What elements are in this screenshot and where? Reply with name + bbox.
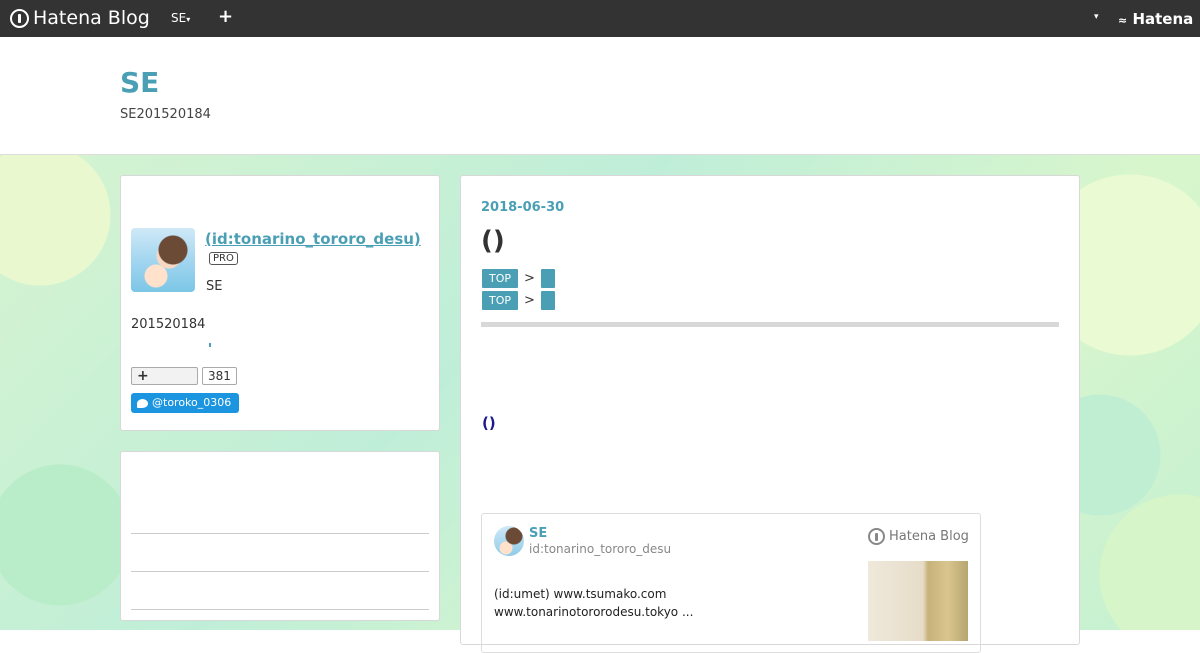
embed-excerpt: (id:umet) www.tsumako.com www.tonarinoto… xyxy=(494,587,694,619)
blog-selector-label: SE xyxy=(171,11,187,25)
sidebar-divider xyxy=(131,571,429,572)
embed-brand: Hatena Blog xyxy=(868,528,969,545)
user-menu-chevron-icon[interactable]: ▾ xyxy=(1094,12,1099,22)
hatena-wave-icon: ≈ xyxy=(1118,14,1128,27)
pro-badge: PRO xyxy=(209,252,238,265)
blog-selector[interactable]: SE▾ xyxy=(171,11,190,25)
sidebar-module xyxy=(120,451,440,621)
breadcrumb-separator: > xyxy=(524,271,535,286)
embed-thumbnail[interactable] xyxy=(868,561,968,641)
breadcrumb-top-link[interactable]: TOP xyxy=(482,269,519,288)
post-title[interactable]: () xyxy=(481,226,505,256)
blog-header: SE SE201520184 xyxy=(0,37,1200,155)
breadcrumb-separator: > xyxy=(524,293,535,308)
blog-description: SE201520184 xyxy=(120,107,211,122)
article-panel: 2018-06-30 () TOP > TOP > () SE id:tonar… xyxy=(460,175,1080,653)
chevron-down-icon: ▾ xyxy=(186,15,191,24)
hatena-label: Hatena xyxy=(1132,10,1194,28)
profile-description: 201520184 xyxy=(131,317,206,332)
hatena-blog-logo[interactable]: Hatena Blog xyxy=(10,7,150,29)
add-post-button[interactable]: + xyxy=(218,6,233,27)
embed-avatar[interactable] xyxy=(494,526,524,556)
hatena-logo-icon xyxy=(10,8,29,28)
embed-author-name[interactable]: SE xyxy=(529,526,547,541)
breadcrumb-category-link[interactable] xyxy=(540,269,555,288)
profile-link-mark[interactable] xyxy=(209,343,211,347)
blog-card-embed[interactable]: SE id:tonarino_tororo_desu Hatena Blog (… xyxy=(481,513,981,653)
breadcrumb-category-link[interactable] xyxy=(540,291,555,310)
post-date[interactable]: 2018-06-30 xyxy=(481,200,564,215)
profile-tagline: SE xyxy=(206,279,223,294)
blog-title[interactable]: SE xyxy=(120,66,159,99)
profile-module: (id:tonarino_tororo_desu) PRO SE 2015201… xyxy=(120,175,440,431)
breadcrumb: TOP > xyxy=(482,291,555,310)
twitter-bird-icon xyxy=(137,398,148,408)
sidebar-divider xyxy=(131,533,429,534)
logo-text: Hatena Blog xyxy=(33,7,150,29)
embed-brand-label: Hatena Blog xyxy=(889,529,969,544)
twitter-handle: @toroko_0306 xyxy=(152,396,232,409)
hatena-menu-button[interactable]: ≈ Hatena xyxy=(1118,10,1193,28)
reader-subscribe-button[interactable]: + xyxy=(131,367,198,385)
reader-count-badge: 381 xyxy=(202,367,237,385)
twitter-follow-button[interactable]: @toroko_0306 xyxy=(131,393,240,413)
hatena-logo-icon xyxy=(868,528,885,545)
profile-name-link[interactable]: (id:tonarino_tororo_desu) xyxy=(205,230,421,248)
article-body-link[interactable]: () xyxy=(482,414,496,432)
breadcrumb: TOP > xyxy=(482,269,555,288)
global-header: Hatena Blog SE▾ + ▾ ≈ Hatena xyxy=(0,0,1200,37)
embed-author-id: id:tonarino_tororo_desu xyxy=(529,542,672,556)
article-divider xyxy=(481,322,1059,327)
avatar[interactable] xyxy=(131,228,195,292)
breadcrumb-top-link[interactable]: TOP xyxy=(482,291,519,310)
sidebar-divider xyxy=(131,609,429,610)
